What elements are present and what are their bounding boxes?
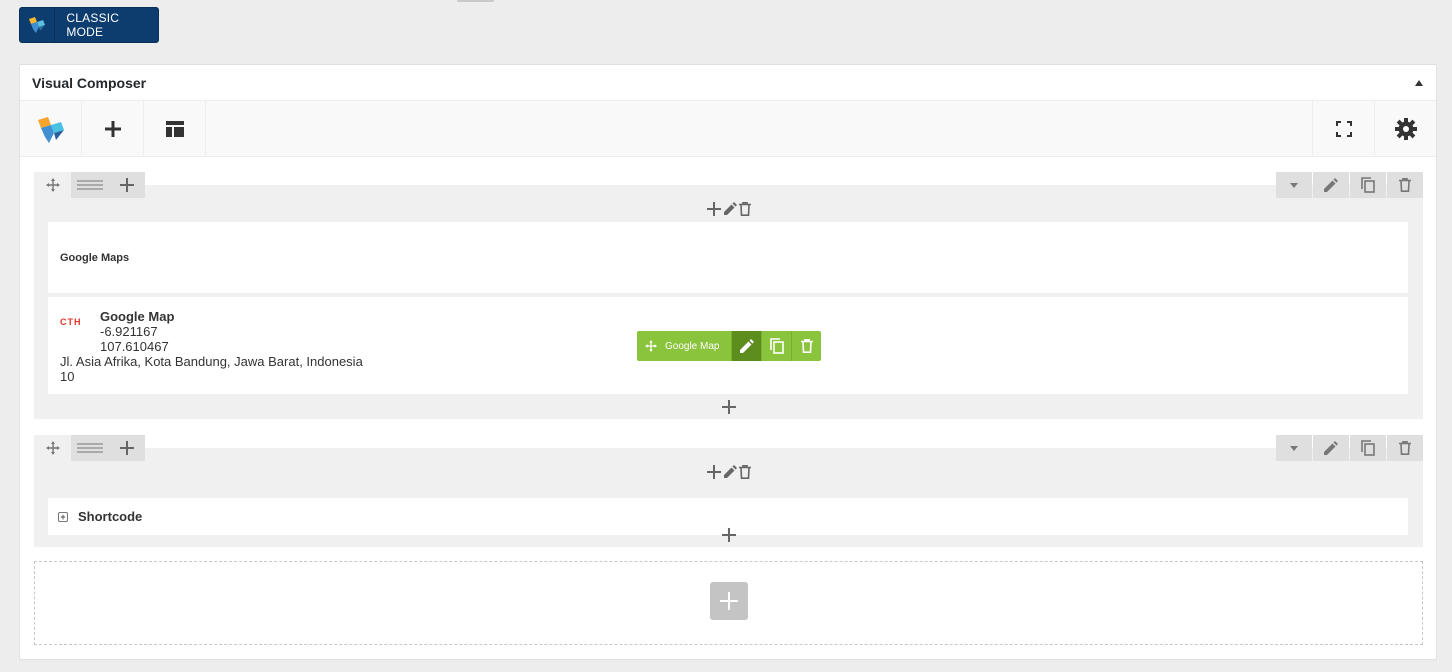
composer-toolbar <box>20 101 1436 157</box>
fullscreen-icon <box>1335 121 1352 137</box>
pencil-icon[interactable] <box>723 465 737 479</box>
add-row-button[interactable] <box>710 582 748 620</box>
vc-logo-button[interactable] <box>20 101 82 157</box>
pencil-icon[interactable] <box>723 202 737 216</box>
row-add-column-button[interactable] <box>108 172 145 198</box>
move-icon <box>645 340 657 352</box>
row-actions <box>1276 172 1423 198</box>
shortcode-icon: + <box>58 511 68 522</box>
classic-mode-label: CLASSIC MODE <box>66 11 120 39</box>
add-row-dropzone <box>34 561 1423 645</box>
trash-icon[interactable] <box>738 465 751 479</box>
templates-icon <box>165 121 184 137</box>
row-clone-button[interactable] <box>1350 435 1386 461</box>
trash-icon <box>1399 178 1411 192</box>
gear-icon <box>1394 118 1417 140</box>
row-1: Google Maps CTH Google Map -6.921167 107… <box>34 172 1423 419</box>
caret-down-icon <box>1290 445 1298 451</box>
row-toggle-button[interactable] <box>1276 172 1312 198</box>
element-hover-controls: Google Map <box>637 331 822 361</box>
pencil-icon <box>739 339 754 353</box>
row-controls <box>34 435 145 461</box>
row-edit-button[interactable] <box>1313 172 1349 198</box>
element-move-handle[interactable]: Google Map <box>637 331 732 361</box>
caret-down-icon <box>1290 182 1298 188</box>
map-latitude: -6.921167 <box>100 324 158 339</box>
panel-title: Visual Composer <box>32 74 147 91</box>
column-add-bottom <box>721 528 736 542</box>
layout-icon <box>76 180 103 190</box>
add-element-icon[interactable] <box>721 528 736 542</box>
copy-icon <box>1361 440 1375 456</box>
templates-button[interactable] <box>144 101 206 157</box>
row-toggle-button[interactable] <box>1276 435 1312 461</box>
panel-header: Visual Composer <box>20 65 1436 101</box>
row-controls <box>34 172 145 198</box>
plus-icon <box>720 592 738 610</box>
row-2: + Shortcode <box>34 435 1423 547</box>
settings-button[interactable] <box>1374 101 1436 157</box>
add-element-button[interactable] <box>82 101 144 157</box>
row-delete-button[interactable] <box>1387 435 1423 461</box>
cth-logo: CTH <box>60 317 100 327</box>
layout-icon <box>76 443 103 453</box>
fullscreen-button[interactable] <box>1312 101 1374 157</box>
column-controls <box>706 465 751 479</box>
element-title: Google Maps <box>60 252 130 264</box>
add-element-icon[interactable] <box>706 202 721 216</box>
visual-composer-panel: Visual Composer Google Maps CTH Google M… <box>19 64 1437 660</box>
plus-icon <box>119 441 134 455</box>
plus-icon <box>119 178 134 192</box>
element-delete-button[interactable] <box>791 331 822 361</box>
google-map-info: CTH Google Map -6.921167 107.610467 Jl. … <box>60 309 363 384</box>
classic-mode-button[interactable]: CLASSIC MODE <box>19 7 159 43</box>
move-icon <box>45 441 60 455</box>
move-icon <box>45 178 60 192</box>
row-edit-button[interactable] <box>1313 435 1349 461</box>
collapse-toggle-icon[interactable] <box>1415 79 1423 86</box>
google-map-element[interactable]: CTH Google Map -6.921167 107.610467 Jl. … <box>48 297 1408 394</box>
element-clone-button[interactable] <box>761 331 792 361</box>
shortcode-title: Shortcode <box>78 509 143 524</box>
row-layout-button[interactable] <box>71 435 108 461</box>
element-name-label: Google Map <box>665 340 720 352</box>
map-name: Google Map <box>100 309 175 324</box>
svg-text:CTH: CTH <box>60 317 82 327</box>
row-delete-button[interactable] <box>1387 172 1423 198</box>
column-controls <box>706 202 751 216</box>
google-maps-title-element[interactable]: Google Maps <box>48 222 1408 293</box>
row-actions <box>1276 435 1423 461</box>
pencil-icon <box>1324 178 1338 192</box>
trash-icon <box>800 339 813 353</box>
row-add-column-button[interactable] <box>108 435 145 461</box>
pencil-icon <box>1324 441 1338 455</box>
vc-logo-icon <box>37 117 64 143</box>
element-edit-button[interactable] <box>731 331 762 361</box>
plus-icon <box>104 121 121 137</box>
map-zoom: 10 <box>60 369 75 384</box>
copy-icon <box>1361 177 1375 193</box>
vc-logo-icon <box>20 8 56 42</box>
row-clone-button[interactable] <box>1350 172 1386 198</box>
trash-icon[interactable] <box>738 202 751 216</box>
map-longitude: 107.610467 <box>100 339 169 354</box>
add-element-icon[interactable] <box>706 465 721 479</box>
row-move-button[interactable] <box>34 172 71 198</box>
top-tab-nub <box>457 0 494 2</box>
trash-icon <box>1399 441 1411 455</box>
row-move-button[interactable] <box>34 435 71 461</box>
copy-icon <box>770 338 784 354</box>
column-add-bottom <box>721 400 736 414</box>
add-element-icon[interactable] <box>721 400 736 414</box>
row-layout-button[interactable] <box>71 172 108 198</box>
map-address: Jl. Asia Afrika, Kota Bandung, Jawa Bara… <box>60 354 363 369</box>
